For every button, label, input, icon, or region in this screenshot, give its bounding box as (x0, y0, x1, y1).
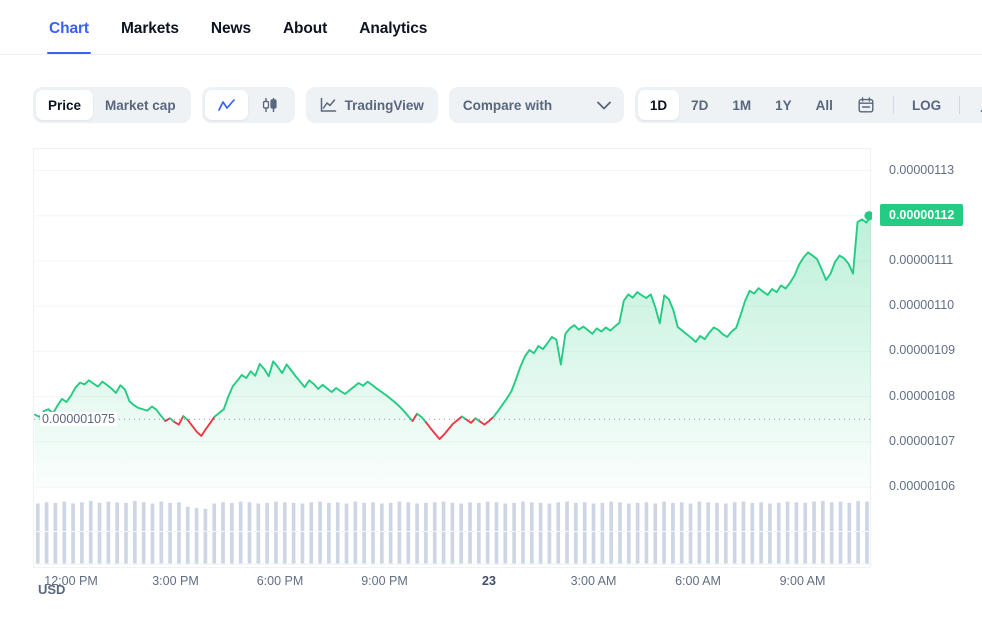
y-axis-tick-label: 0.00000107 (889, 433, 956, 448)
calendar-icon (858, 97, 874, 113)
range-toggle-group: 1D 7D 1M 1Y All LOG (634, 87, 982, 123)
tradingview-button[interactable]: TradingView (305, 87, 438, 123)
tab-markets[interactable]: Markets (105, 0, 195, 54)
tab-analytics-label: Analytics (359, 20, 428, 37)
range-1m-button[interactable]: 1M (720, 90, 763, 120)
range-all-label: All (815, 97, 833, 113)
tabbar: Chart Markets News About Analytics (0, 0, 982, 55)
tradingview-label: TradingView (344, 97, 424, 113)
x-axis-tick-label: 3:00 PM (152, 574, 199, 588)
tab-markets-label: Markets (120, 20, 179, 37)
y-axis-tick-label: 0.00000110 (889, 298, 955, 313)
x-axis-tick-label: 9:00 AM (779, 574, 826, 588)
x-axis-tick-label: 9:00 PM (361, 574, 408, 588)
y-axis-tick-label: 0.00000109 (889, 343, 956, 358)
candlestick-chart-button[interactable] (248, 90, 292, 120)
range-all-button[interactable]: All (804, 90, 845, 120)
log-scale-label: LOG (911, 97, 942, 113)
metric-marketcap-label: Market cap (105, 97, 176, 113)
tradingview-icon (320, 97, 337, 113)
metric-price-label: Price (48, 97, 82, 113)
x-axis-tick-label: 6:00 PM (256, 574, 304, 588)
range-1d-label: 1D (649, 97, 668, 113)
x-axis-tick-label: 12:00 PM (44, 574, 98, 588)
log-scale-button[interactable]: LOG (900, 90, 953, 120)
chart-toolbar: Price Market cap TradingView Compare wit… (33, 87, 982, 123)
tab-analytics[interactable]: Analytics (343, 0, 443, 54)
x-axis-tick-label: 3:00 AM (570, 574, 617, 588)
range-7d-label: 7D (691, 97, 709, 113)
y-axis-tick-label: 0.00000108 (889, 388, 956, 403)
tab-chart[interactable]: Chart (33, 0, 105, 54)
range-1d-button[interactable]: 1D (637, 90, 680, 120)
tab-news-label: News (210, 20, 251, 37)
line-chart-button[interactable] (204, 90, 248, 120)
compare-with-label: Compare with (462, 97, 553, 113)
range-1y-label: 1Y (775, 97, 792, 113)
metric-price-button[interactable]: Price (36, 90, 94, 120)
coinmarketcap-chart-page: Chart Markets News About Analytics Price… (0, 0, 982, 617)
range-1y-button[interactable]: 1Y (763, 90, 804, 120)
price-chart-card[interactable]: CoinMarketCap 0.000001075 (33, 148, 872, 569)
compare-with-dropdown[interactable]: Compare with (448, 87, 624, 123)
line-chart-icon (217, 98, 235, 113)
tab-about[interactable]: About (267, 0, 343, 54)
x-axis: 12:00 PM 3:00 PM 6:00 PM 9:00 PM 23 3:00 AM 6:… (33, 574, 871, 596)
tab-chart-label: Chart (49, 20, 89, 37)
download-button[interactable] (966, 90, 982, 120)
chevron-down-icon (596, 101, 611, 110)
price-chart-svg[interactable] (34, 149, 872, 569)
metric-toggle-group: Price Market cap (33, 87, 191, 123)
y-axis-tick-label: 0.00000106 (889, 479, 956, 493)
tab-about-label: About (282, 20, 328, 37)
toolbar-divider-1 (892, 96, 894, 114)
date-range-picker-button[interactable] (845, 90, 887, 120)
toolbar-divider-2 (959, 96, 961, 114)
x-axis-tick-label: 6:00 AM (675, 574, 721, 588)
y-axis-tick-label: 0.00000111 (889, 252, 954, 267)
metric-marketcap-button[interactable]: Market cap (93, 90, 188, 120)
tab-news[interactable]: News (195, 0, 267, 54)
y-axis-tick-label: 0.00000113 (889, 162, 955, 177)
range-1m-label: 1M (732, 97, 752, 113)
reference-price-label: 0.000001075 (40, 412, 117, 427)
x-axis-tick-label: 23 (482, 574, 496, 588)
current-price-badge: 0.00000112 (880, 203, 964, 226)
candlestick-icon (261, 97, 279, 113)
charttype-toggle-group (201, 87, 295, 123)
range-7d-button[interactable]: 7D (679, 90, 720, 120)
